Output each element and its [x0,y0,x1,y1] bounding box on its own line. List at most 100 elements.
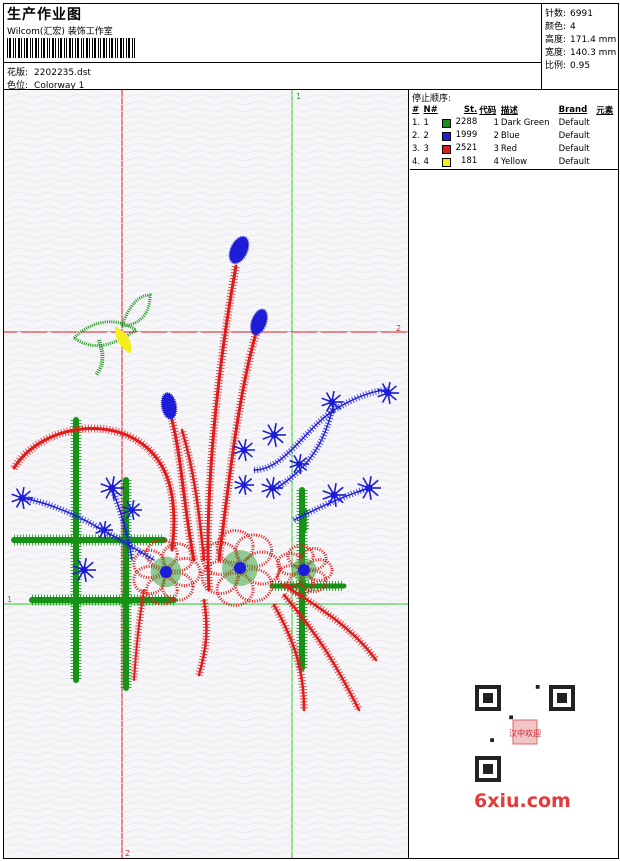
qr-finder-core [483,764,493,774]
barcode-bar [43,38,45,58]
row-index: 1. [412,117,421,128]
barcode-bar [100,38,101,58]
barcode-bar [109,38,110,58]
blue-bud [160,392,178,420]
background-stitch [4,303,408,309]
background-stitch [4,310,408,316]
row-stitches: 1999 [441,129,478,142]
barcode-bar [106,38,107,58]
row-brand: Default [558,156,590,167]
star-core [129,507,135,513]
row-stitches: 2521 [441,142,478,155]
color-swatch [442,119,452,128]
barcode-bar [81,38,82,58]
design-file-row: 花版: 2202235.dst [7,65,91,78]
star-core [240,446,248,454]
background-stitch [4,716,408,722]
background-stitch [4,359,408,365]
background-stitch [4,464,408,470]
background-stitch [4,758,408,764]
stat-label: 高度: [545,35,567,45]
barcode-bar [64,38,65,58]
row-desc: Yellow [500,156,528,167]
background-stitch [4,380,408,386]
flower-eye [298,564,310,576]
col-desc: 描述 [500,105,518,116]
blue-bud [228,235,250,265]
stat-label: 颜色: [545,22,567,32]
barcode-bar [83,38,84,58]
row-desc: Blue [500,130,520,141]
barcode-bar [66,38,67,58]
background-stitch [4,338,408,344]
background-stitch [4,450,408,456]
background-stitch [4,821,408,827]
background-stitch [4,345,408,351]
background-stitch [4,366,408,372]
row-brand: Default [558,130,590,141]
barcode-bar [134,38,135,58]
background-stitch [4,352,408,358]
stat-colors: 颜色: 4 [545,19,576,32]
barcode-bar [72,38,73,58]
background-stitch [4,212,408,218]
background-stitch [4,170,408,176]
background-stitch [4,765,408,771]
background-stitch [4,842,408,848]
background-stitch [4,121,408,127]
background-stitch [4,590,408,596]
barcode-bar [132,38,133,58]
col-index: # [412,104,420,115]
background-stitch [4,198,408,204]
barcode-bar [24,38,25,58]
background-stitch [4,807,408,813]
row-desc: Dark Green [500,117,550,128]
background-stitch [4,240,408,246]
background-stitch [4,163,408,169]
background-stitch [4,604,408,610]
row-brand: Default [558,143,590,154]
barcode-bar [77,38,79,58]
background-stitch [4,499,408,505]
background-stitch [4,156,408,162]
background-stitch [4,184,408,190]
guide-label-left: 1 [7,595,12,604]
stitch-count: 2521 [455,143,478,153]
background-stitch [4,772,408,778]
color-sequence-table: # N# St. 代码 描述 Brand 元素 1. 1 2288 1 Dark… [411,103,617,168]
barcode-bar [41,38,42,58]
worksheet-header: 生产作业图 Wilcom(汇宏) 装饰工作室 花版: 2202235.dst 色位… [4,4,618,91]
qr-module [535,685,540,689]
design-preview[interactable]: 1 2 2 1 [4,90,409,858]
background-stitch [4,779,408,785]
barcode-bar [26,38,28,58]
background-stitch [4,667,408,673]
color-swatch [442,158,452,167]
background-stitch [4,751,408,757]
background-stitch [4,800,408,806]
background-stitch [4,93,408,99]
background-stitch [4,422,408,428]
barcode-bar [92,38,93,58]
background-stitch [4,261,408,267]
background-stitch [4,226,408,232]
background-stitch [4,786,408,792]
barcode-bar [49,38,50,58]
row-index: 2. [412,130,421,141]
barcode-bar [123,38,124,58]
background-stitch [4,135,408,141]
background-stitch [4,324,408,330]
background-stitch [4,835,408,841]
background-stitch [4,415,408,421]
blue-star [377,382,399,404]
row-desc: Red [500,143,518,154]
background-stitch [4,394,408,400]
col-code: 代码 [479,105,497,116]
background-stitch [4,457,408,463]
row-code: 3 [493,143,499,154]
background-stitch [4,793,408,799]
background-stitch [4,436,408,442]
red-tendril [195,598,211,677]
barcode-bar [69,38,71,58]
design-file-label: 花版: [7,68,29,78]
